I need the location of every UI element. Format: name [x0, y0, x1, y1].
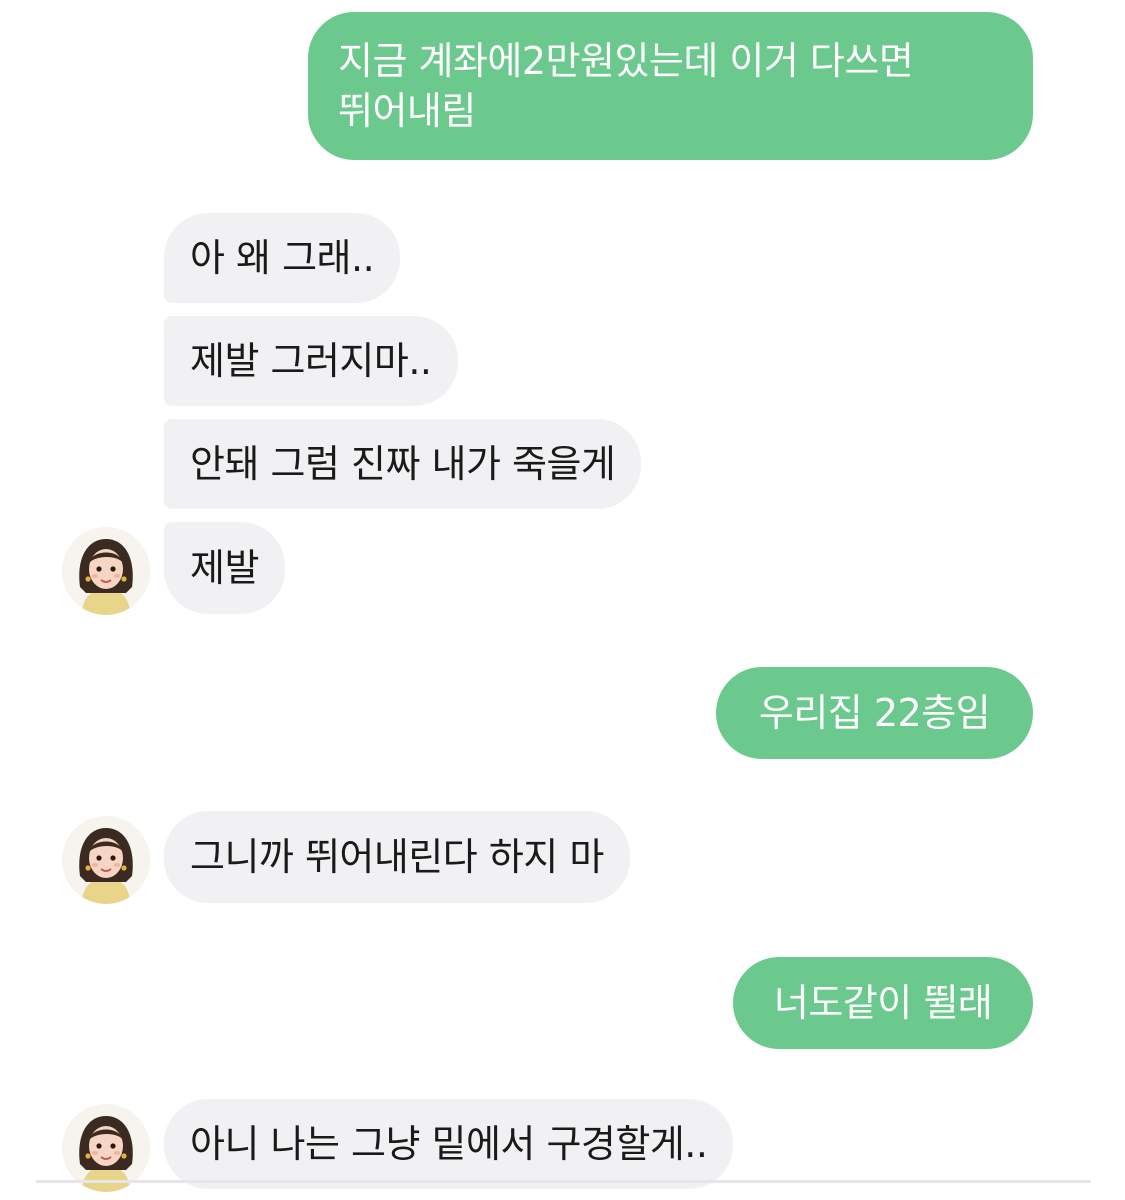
message-text: 제발: [190, 546, 259, 590]
girl-portrait-avatar-icon: [62, 816, 150, 904]
sender-avatar[interactable]: [62, 1104, 150, 1192]
received-message-bubble[interactable]: 아 왜 그래..: [164, 213, 401, 303]
received-message-bubble[interactable]: 안돼 그럼 진짜 내가 죽을게: [164, 419, 642, 509]
sent-message-bubble[interactable]: 우리집 22층임: [716, 667, 1033, 759]
sent-message-bubble[interactable]: 지금 계좌에2만원있는데 이거 다쓰면 뛰어내림: [308, 12, 1033, 160]
message-text: 아 왜 그래..: [190, 236, 375, 280]
sent-message-bubble[interactable]: 너도같이 뛸래: [733, 957, 1033, 1049]
composer-divider: [36, 1180, 1091, 1183]
message-text: 안돼 그럼 진짜 내가 죽을게: [190, 442, 616, 486]
sender-avatar[interactable]: [62, 816, 150, 904]
received-message-bubble[interactable]: 제발 그러지마..: [164, 316, 458, 406]
girl-portrait-avatar-icon: [62, 527, 150, 615]
received-message-bubble[interactable]: 제발: [164, 522, 285, 614]
message-text: 아니 나는 그냥 밑에서 구경할게..: [190, 1122, 708, 1166]
message-text: 제발 그러지마..: [190, 339, 432, 383]
girl-portrait-avatar-icon: [62, 1104, 150, 1192]
message-text-line: 지금 계좌에2만원있는데 이거 다쓰면: [338, 39, 914, 83]
received-message-bubble[interactable]: 아니 나는 그냥 밑에서 구경할게..: [164, 1099, 734, 1189]
message-text: 우리집 22층임: [758, 691, 991, 735]
message-text: 너도같이 뛸래: [773, 981, 993, 1025]
received-message-bubble[interactable]: 그니까 뛰어내린다 하지 마: [164, 811, 630, 903]
sender-avatar[interactable]: [62, 527, 150, 615]
message-text: 그니까 뛰어내린다 하지 마: [190, 835, 604, 879]
chat-thread: 지금 계좌에2만원있는데 이거 다쓰면 뛰어내림 아 왜 그래.. 제발 그러지…: [0, 0, 1125, 1200]
message-text-line: 뛰어내림: [338, 89, 476, 133]
